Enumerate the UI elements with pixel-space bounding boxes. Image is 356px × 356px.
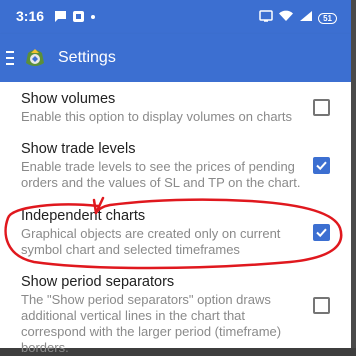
settings-list: Show volumes Enable this option to displ…	[0, 82, 351, 355]
pref-title: Show period separators	[21, 274, 175, 290]
pref-summary: The "Show period separators" option draw…	[21, 292, 282, 355]
status-bar: 3:16 51	[0, 0, 351, 34]
notification-icons	[54, 10, 96, 28]
screen-edge	[351, 0, 356, 348]
checkmark-icon	[316, 161, 327, 171]
pref-title: Show volumes	[21, 91, 116, 107]
wifi-icon	[278, 9, 294, 27]
screen-cast-icon	[259, 9, 273, 27]
pref-title: Show trade levels	[21, 141, 136, 157]
pref-title: Independent charts	[21, 208, 146, 224]
app-notification-icon	[72, 10, 85, 28]
page-title: Settings	[58, 49, 116, 66]
show-period-separators-checkbox[interactable]	[313, 297, 330, 314]
app-bar: Settings	[0, 34, 351, 82]
menu-icon[interactable]	[6, 51, 14, 70]
pref-summary: Enable this option to display volumes on…	[21, 109, 292, 124]
checkmark-icon	[316, 228, 327, 238]
signal-icon	[299, 9, 313, 27]
pref-show-trade-levels[interactable]: Show trade levels Enable trade levels to…	[0, 136, 351, 204]
show-volumes-checkbox[interactable]	[313, 99, 330, 116]
pref-summary: Graphical objects are created only on cu…	[21, 226, 281, 257]
show-trade-levels-checkbox[interactable]	[313, 157, 330, 174]
app-logo-icon[interactable]	[22, 45, 48, 71]
pref-summary: Enable trade levels to see the prices of…	[21, 159, 301, 190]
independent-charts-checkbox[interactable]	[313, 224, 330, 241]
pref-show-volumes[interactable]: Show volumes Enable this option to displ…	[0, 82, 351, 136]
phone-screen: 3:16 51 Settings Show volumes Enable thi…	[0, 0, 356, 355]
system-icons: 51	[259, 9, 337, 27]
more-notifications-icon	[90, 10, 96, 28]
pref-independent-charts[interactable]: Independent charts Graphical objects are…	[0, 204, 351, 270]
battery-icon: 51	[318, 12, 337, 24]
chat-notification-icon	[54, 10, 67, 28]
pref-show-period-separators[interactable]: Show period separators The "Show period …	[0, 270, 351, 355]
status-time: 3:16	[16, 8, 45, 24]
